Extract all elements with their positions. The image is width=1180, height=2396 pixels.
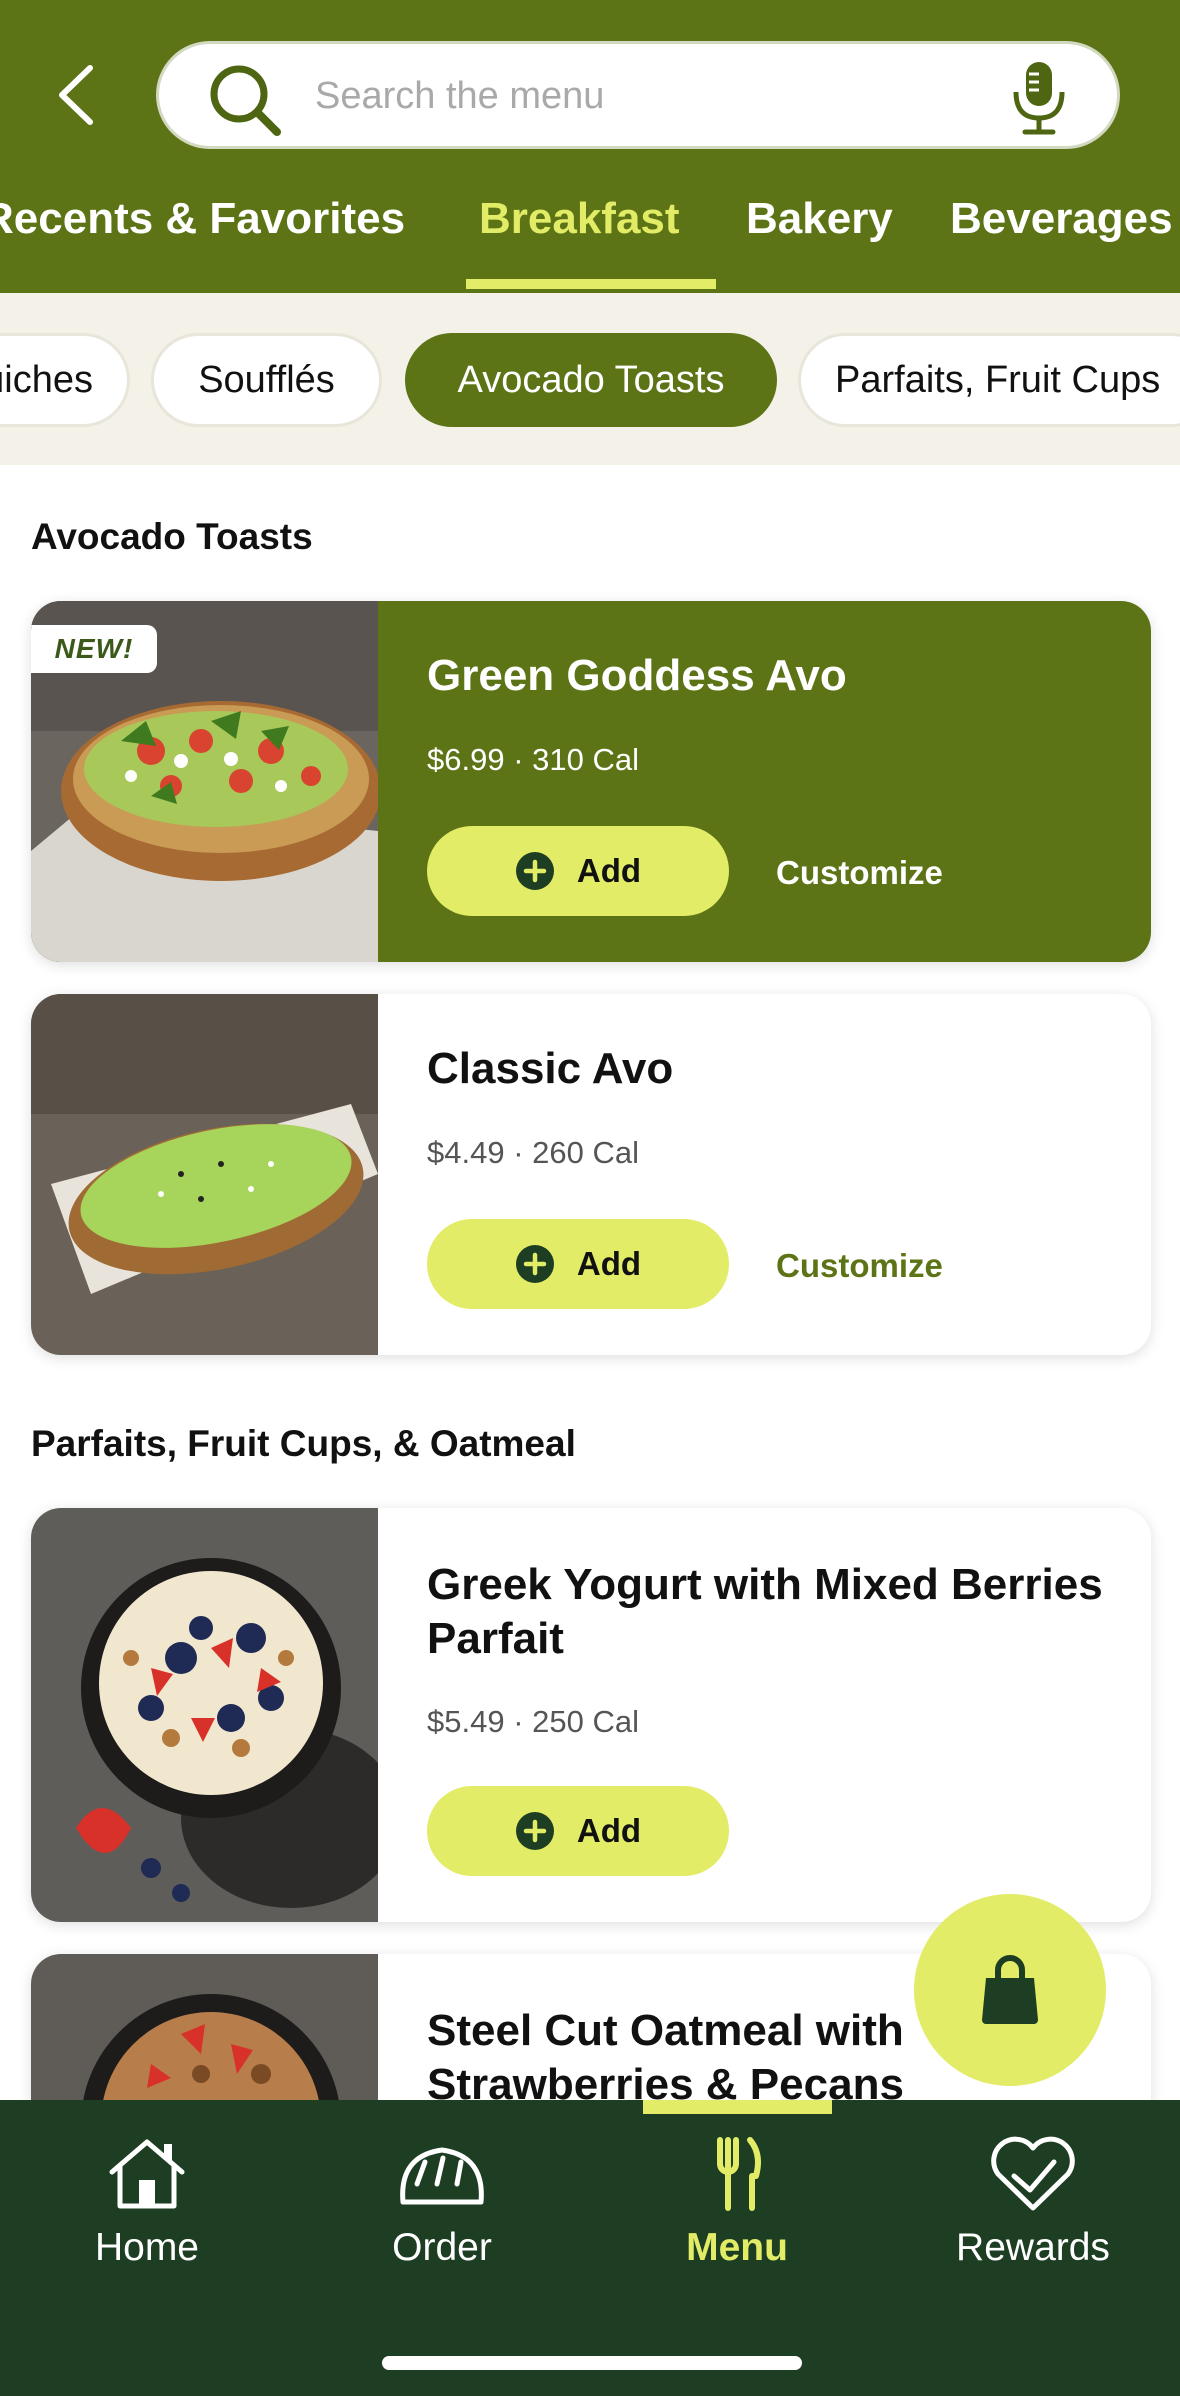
customize-link[interactable]: Customize: [776, 854, 943, 892]
tab-beverages[interactable]: Beverages: [950, 194, 1173, 244]
bread-icon: [400, 2147, 484, 2205]
cart-button[interactable]: [914, 1894, 1106, 2086]
active-nav-indicator: [643, 2100, 832, 2114]
tab-breakfast[interactable]: Breakfast: [479, 194, 680, 244]
heart-rewards-icon: [991, 2136, 1075, 2211]
tab-recents-favorites[interactable]: Recents & Favorites: [0, 194, 405, 244]
menu-item-card[interactable]: NEW! Green Goddess Avo $6.99 · 310 Cal A…: [31, 601, 1151, 962]
nav-home[interactable]: Home: [27, 2136, 267, 2286]
chip-parfaits-fruit-cups[interactable]: Parfaits, Fruit Cups: [798, 333, 1180, 427]
home-icon: [109, 2139, 185, 2209]
category-tabs: Recents & Favorites Breakfast Bakery Bev…: [0, 180, 1180, 293]
chip-avocado-toasts[interactable]: Avocado Toasts: [405, 333, 777, 427]
mic-icon[interactable]: [1009, 58, 1069, 138]
section-title: Parfaits, Fruit Cups, & Oatmeal: [31, 1423, 576, 1464]
menu-item-card[interactable]: Greek Yogurt with Mixed Berries Parfait …: [31, 1508, 1151, 1922]
fork-knife-icon: [717, 2137, 761, 2211]
nav-order[interactable]: Order: [322, 2136, 562, 2286]
subcategory-chips: Quiches Soufflés Avocado Toasts Parfaits…: [0, 293, 1180, 465]
back-button[interactable]: [52, 62, 100, 128]
section-title: Avocado Toasts: [31, 516, 313, 557]
nav-rewards[interactable]: Rewards: [913, 2136, 1153, 2286]
item-image: [31, 994, 378, 1355]
item-name: Classic Avo: [427, 1044, 674, 1093]
item-image: [31, 1508, 378, 1922]
search-input[interactable]: [315, 62, 995, 130]
plus-circle-icon: [515, 1812, 554, 1850]
add-label: Add: [576, 852, 642, 889]
item-price-calories: $5.49 · 250 Cal: [427, 1704, 639, 1739]
add-button[interactable]: Add: [427, 1786, 729, 1876]
nav-label: Home: [94, 2226, 200, 2269]
active-tab-indicator: [466, 279, 716, 289]
nav-label: Rewards: [956, 2226, 1110, 2269]
plus-circle-icon: [515, 852, 554, 890]
new-badge: NEW!: [31, 625, 157, 673]
item-name: Green Goddess Avo: [427, 651, 847, 700]
search-bar[interactable]: [156, 41, 1120, 149]
tab-bakery[interactable]: Bakery: [746, 194, 893, 244]
shopping-bag-icon: [982, 1955, 1038, 2024]
chevron-left-icon: [59, 65, 93, 125]
add-button[interactable]: Add: [427, 826, 729, 916]
search-icon: [210, 65, 281, 136]
bottom-navigation: Home Order Menu Rewards: [0, 2100, 1180, 2396]
top-header: Recents & Favorites Breakfast Bakery Bev…: [0, 0, 1180, 293]
item-price-calories: $6.99 · 310 Cal: [427, 742, 639, 777]
add-label: Add: [576, 1245, 642, 1282]
nav-menu[interactable]: Menu: [617, 2136, 857, 2286]
home-indicator[interactable]: [382, 2356, 802, 2370]
nav-label: Menu: [686, 2226, 788, 2269]
chip-quiches[interactable]: Quiches: [0, 333, 130, 427]
chip-souffles[interactable]: Soufflés: [151, 333, 382, 427]
add-label: Add: [576, 1812, 642, 1849]
add-button[interactable]: Add: [427, 1219, 729, 1309]
plus-circle-icon: [515, 1245, 554, 1283]
nav-label: Order: [392, 2226, 492, 2269]
menu-item-card[interactable]: Classic Avo $4.49 · 260 Cal Add Customiz…: [31, 994, 1151, 1355]
item-price-calories: $4.49 · 260 Cal: [427, 1135, 639, 1170]
customize-link[interactable]: Customize: [776, 1247, 943, 1285]
item-name: Greek Yogurt with Mixed Berries Parfait: [427, 1560, 1103, 1663]
